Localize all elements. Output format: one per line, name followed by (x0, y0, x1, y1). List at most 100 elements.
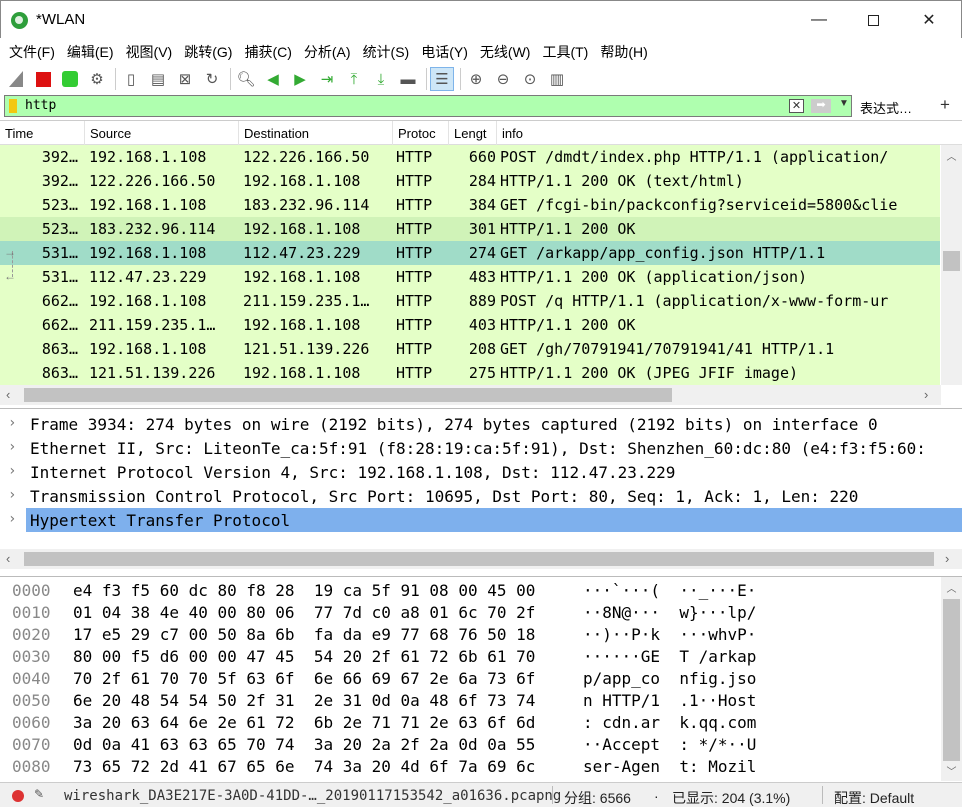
menu-go[interactable]: 跳转(G) (178, 38, 238, 64)
packet-destination: 192.168.1.108 (243, 268, 361, 286)
scroll-right-icon[interactable]: › (924, 387, 928, 402)
filter-text[interactable]: http (25, 98, 56, 113)
scroll-left-icon[interactable]: ‹ (6, 387, 10, 402)
packet-row[interactable]: 863… 121.51.139.226 192.168.1.108 HTTP 275 HT… (0, 361, 940, 385)
menu-statistics[interactable]: 统计(S) (357, 38, 416, 64)
scrollbar-thumb[interactable] (24, 388, 672, 402)
packet-destination: 192.168.1.108 (243, 172, 361, 190)
chevron-right-icon[interactable]: › (8, 487, 16, 503)
column-destination[interactable]: Destination (239, 121, 393, 145)
status-separator-dot: · (654, 788, 659, 804)
column-source[interactable]: Source (85, 121, 239, 145)
detail-row-http-selected[interactable]: › Hypertext Transfer Protocol (0, 508, 962, 532)
go-first-icon[interactable]: ⤒ (342, 67, 366, 91)
bytes-hex: 70 2f 61 70 70 5f 63 6f 6e 66 69 67 2e 6… (73, 669, 536, 688)
scroll-right-icon[interactable]: › (945, 551, 949, 566)
packet-source: 112.47.23.229 (89, 268, 207, 286)
packet-row[interactable]: 662… 211.159.235.1… 192.168.1.108 HTTP 403 HT… (0, 313, 940, 337)
resize-columns-icon[interactable]: ▥ (545, 67, 569, 91)
minimize-button[interactable]: — (793, 1, 845, 39)
status-profile[interactable]: 配置: Default (834, 788, 914, 807)
packet-row[interactable]: 863… 192.168.1.108 121.51.139.226 HTTP 208 GE… (0, 337, 940, 361)
main-toolbar: ⚙ ▯ ▤ ⊠ ↻ 🔍︎ ◀ ▶ ⇥ ⤒ ⤓ ▬ ☰ ⊕ ⊖ ⊙ ▥ (0, 64, 962, 94)
column-protocol[interactable]: Protoc (393, 121, 449, 145)
column-length[interactable]: Lengt (449, 121, 497, 145)
open-file-icon[interactable]: ▯ (119, 67, 143, 91)
title-bar: *WLAN — ✕ (0, 0, 962, 38)
packet-protocol: HTTP (396, 292, 433, 310)
menu-view[interactable]: 视图(V) (120, 38, 179, 64)
find-packet-icon[interactable]: 🔍︎ (234, 67, 258, 91)
apply-filter-icon[interactable]: ➡ (811, 99, 831, 113)
scroll-down-icon[interactable]: ﹀ (941, 763, 962, 778)
scrollbar-thumb[interactable] (24, 552, 934, 566)
reload-file-icon[interactable]: ↻ (200, 67, 224, 91)
details-hscrollbar[interactable]: ‹ › (0, 549, 962, 569)
menu-capture[interactable]: 捕获(C) (238, 38, 297, 64)
scroll-up-icon[interactable]: ︿ (941, 580, 962, 595)
go-forward-icon[interactable]: ▶ (288, 67, 312, 91)
shark-fin-start-icon[interactable] (4, 67, 28, 91)
bytes-hex: 6e 20 48 54 54 50 2f 31 2e 31 0d 0a 48 6… (73, 691, 536, 710)
packet-list-vscrollbar[interactable]: ︿ (941, 145, 962, 385)
packet-row-selected[interactable]: 531… 192.168.1.108 112.47.23.229 HTTP 274 GET… (0, 241, 940, 265)
go-to-packet-icon[interactable]: ⇥ (315, 67, 339, 91)
go-last-icon[interactable]: ⤓ (369, 67, 393, 91)
packet-info: HTTP/1.1 200 OK (text/html) (500, 172, 744, 190)
auto-scroll-icon[interactable]: ▬ (396, 67, 420, 91)
packet-row[interactable]: 392… 122.226.166.50 192.168.1.108 HTTP 284 HT… (0, 169, 940, 193)
detail-row-tcp[interactable]: › Transmission Control Protocol, Src Por… (0, 484, 962, 508)
detail-row-ethernet[interactable]: › Ethernet II, Src: LiteonTe_ca:5f:91 (f… (0, 436, 962, 460)
chevron-down-icon[interactable]: ▼ (839, 98, 849, 109)
bookmark-icon[interactable] (9, 99, 17, 113)
menu-telephony[interactable]: 电话(Y) (415, 38, 474, 64)
scroll-up-icon[interactable]: ︿ (941, 148, 962, 163)
maximize-button[interactable] (847, 1, 899, 39)
add-filter-button[interactable]: + (940, 95, 950, 115)
menu-edit[interactable]: 编辑(E) (61, 38, 120, 64)
zoom-normal-icon[interactable]: ⊙ (518, 67, 542, 91)
close-button[interactable]: ✕ (903, 1, 955, 39)
restart-capture-icon[interactable] (58, 67, 82, 91)
colorize-icon[interactable]: ☰ (430, 67, 454, 91)
packet-row[interactable]: 531… 112.47.23.229 192.168.1.108 HTTP 483 HTT… (0, 265, 940, 289)
detail-row-ip[interactable]: › Internet Protocol Version 4, Src: 192.… (0, 460, 962, 484)
menu-wireless[interactable]: 无线(W) (474, 38, 537, 64)
packet-list-hscrollbar[interactable]: ‹ › (0, 385, 941, 405)
zoom-out-icon[interactable]: ⊖ (491, 67, 515, 91)
close-file-icon[interactable]: ⊠ (173, 67, 197, 91)
packet-row[interactable]: 523… 183.232.96.114 192.168.1.108 HTTP 301 HT… (0, 217, 940, 241)
packet-row[interactable]: 662… 192.168.1.108 211.159.235.1… HTTP 889 PO… (0, 289, 940, 313)
packet-protocol: HTTP (396, 220, 433, 238)
menu-tools[interactable]: 工具(T) (536, 38, 594, 64)
capture-comment-icon[interactable]: ✎ (34, 787, 44, 801)
save-file-icon[interactable]: ▤ (146, 67, 170, 91)
scrollbar-thumb[interactable] (943, 251, 960, 271)
column-info[interactable]: info (497, 121, 962, 145)
scroll-left-icon[interactable]: ‹ (6, 551, 10, 566)
scrollbar-thumb[interactable] (943, 599, 960, 761)
menu-help[interactable]: 帮助(H) (594, 38, 653, 64)
clear-filter-icon[interactable]: ✕ (789, 99, 804, 113)
expression-button[interactable]: 表达式… (860, 98, 912, 117)
chevron-right-icon[interactable]: › (8, 511, 16, 527)
capture-options-icon[interactable]: ⚙ (85, 67, 109, 91)
expert-info-icon[interactable] (12, 790, 24, 802)
packet-row[interactable]: 523… 192.168.1.108 183.232.96.114 HTTP 384 GE… (0, 193, 940, 217)
menu-file[interactable]: 文件(F) (3, 38, 61, 64)
chevron-right-icon[interactable]: › (8, 439, 16, 455)
display-filter-input[interactable]: http ✕ ➡ ▼ (4, 95, 852, 117)
bytes-vscrollbar[interactable]: ︿ ﹀ (941, 577, 962, 781)
menu-analyze[interactable]: 分析(A) (298, 38, 357, 64)
zoom-in-icon[interactable]: ⊕ (464, 67, 488, 91)
stop-capture-icon[interactable] (31, 67, 55, 91)
packet-row[interactable]: 392… 192.168.1.108 122.226.166.50 HTTP 660 PO… (0, 145, 940, 169)
chevron-right-icon[interactable]: › (8, 463, 16, 479)
toolbar-separator (460, 68, 461, 90)
bytes-ascii: ···`···( ··_···E· (583, 581, 757, 600)
detail-row-frame[interactable]: › Frame 3934: 274 bytes on wire (2192 bi… (0, 412, 962, 436)
chevron-right-icon[interactable]: › (8, 415, 16, 431)
go-back-icon[interactable]: ◀ (261, 67, 285, 91)
packet-no: 523… (41, 220, 78, 238)
column-time[interactable]: Time (0, 121, 85, 145)
